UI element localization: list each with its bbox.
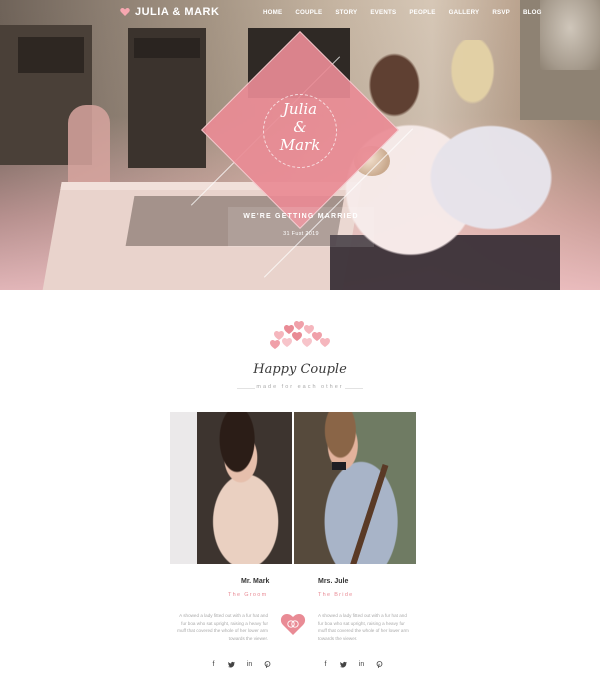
nav-events[interactable]: EVENTS [370, 9, 396, 16]
main-menu: HOME COUPLE STORY EVENTS PEOPLE GALLERY … [263, 9, 555, 16]
groom-role: The Groom [228, 592, 268, 598]
bride-photo [170, 412, 292, 564]
hero-section: JULIA & MARK HOME COUPLE STORY EVENTS PE… [0, 0, 600, 290]
nav-rsvp[interactable]: RSVP [492, 9, 510, 16]
bride-social-links: f in [322, 661, 383, 670]
twitter-icon[interactable] [340, 661, 347, 670]
divider-line [345, 388, 363, 389]
site-logo[interactable]: JULIA & MARK [120, 6, 219, 18]
linkedin-icon[interactable]: in [358, 661, 365, 670]
logo-text: JULIA & MARK [135, 6, 220, 18]
facebook-icon[interactable]: f [322, 661, 329, 670]
nav-people[interactable]: PEOPLE [409, 9, 435, 16]
hero-tagline: WE'RE GETTING MARRIED [243, 213, 359, 220]
hero-name-mark: Mark [279, 136, 321, 154]
nav-home[interactable]: HOME [263, 9, 282, 16]
nav-couple[interactable]: COUPLE [295, 9, 322, 16]
section-subtitle: made for each other [256, 384, 344, 390]
top-navigation: JULIA & MARK HOME COUPLE STORY EVENTS PE… [0, 0, 600, 26]
nav-gallery[interactable]: GALLERY [449, 9, 480, 16]
pinterest-icon[interactable] [376, 661, 383, 670]
facebook-icon[interactable]: f [210, 661, 217, 670]
bride-bio: A showed a lady fitted out with a fur ha… [318, 613, 409, 641]
hero-ampersand: & [293, 118, 307, 136]
section-title: Happy Couple [253, 362, 347, 377]
groom-name: Mr. Mark [241, 578, 270, 585]
hearts-cluster-icon [270, 320, 330, 349]
bride-name: Mrs. Jule [318, 578, 349, 585]
pinterest-icon[interactable] [264, 661, 271, 670]
hero-name-julia: Julia [282, 100, 318, 118]
nav-blog[interactable]: BLOG [523, 9, 542, 16]
nav-story[interactable]: STORY [335, 9, 357, 16]
linkedin-icon[interactable]: in [246, 661, 253, 670]
background-shop-center [128, 28, 206, 168]
heart-icon [120, 8, 130, 16]
groom-bio: A showed a lady fitted out with a fur ha… [177, 613, 268, 641]
groom-social-links: f in [210, 661, 271, 670]
rings-heart-icon [280, 614, 306, 635]
groom-photo [294, 412, 416, 564]
bride-role: The Bride [318, 592, 354, 598]
hero-names: Julia & Mark [250, 100, 350, 154]
twitter-icon[interactable] [228, 661, 235, 670]
hero-date: 31 Fust 2019 [283, 231, 319, 237]
